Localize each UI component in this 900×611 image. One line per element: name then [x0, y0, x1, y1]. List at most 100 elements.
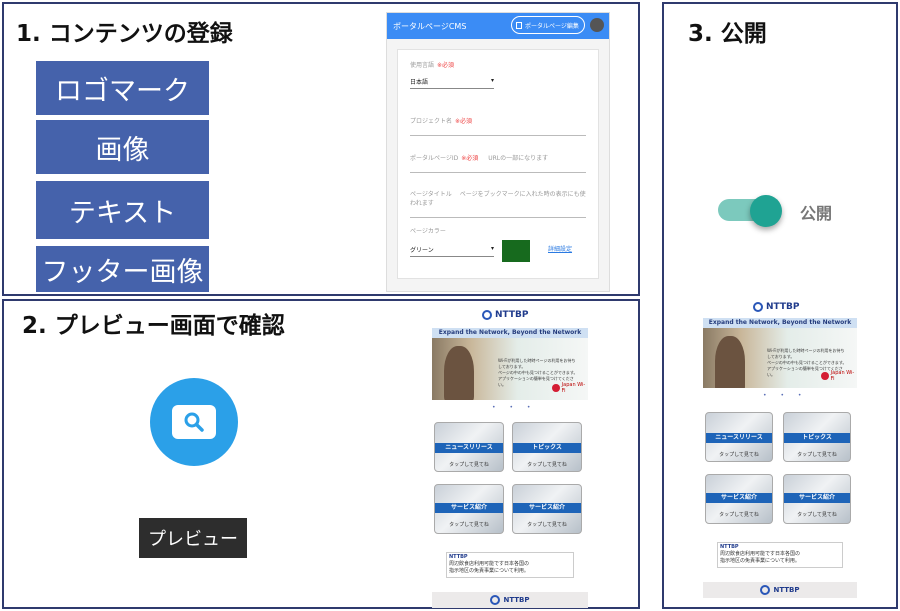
step1-title: 1. コンテンツの登録	[16, 21, 233, 47]
color-swatch[interactable]	[502, 240, 530, 262]
wifi-icon	[552, 384, 560, 392]
cms-edit-button[interactable]: ポータルページ編集	[511, 16, 585, 34]
site-hero-image: Wi-Fiが利用した時時ページの利用をお待ちしております。 ページの中の中も見つ…	[432, 338, 588, 400]
tile-label: ニュースリリース	[706, 433, 772, 443]
logo-ring-icon	[753, 302, 763, 312]
published-site: NTTBP Expand the Network, Beyond the Net…	[703, 298, 857, 600]
language-field[interactable]: 使用言語 ※必須 日本語 ▾	[410, 60, 586, 89]
service-tile[interactable]: サービス紹介 タップして見てね	[705, 474, 773, 524]
footer-image-button[interactable]: フッター画像	[36, 246, 209, 292]
ad-line: NTTBP	[720, 544, 739, 550]
step3-title: 3. 公開	[688, 21, 767, 47]
project-field[interactable]: プロジェクト名 ※必須	[410, 116, 586, 136]
preview-site: NTTBP Expand the Network, Beyond the Net…	[432, 304, 588, 608]
tile-sub: タップして見てね	[527, 522, 567, 528]
ad-banner[interactable]: NTTBP 周辺飲食店利用可能です日本各国の 指示地区の免責事業について利用。	[446, 552, 574, 578]
logo-ring-icon	[482, 310, 492, 320]
publish-toggle-knob[interactable]	[750, 195, 782, 227]
japan-wifi-text: Japan Wi-Fi	[561, 382, 586, 394]
tile-label: サービス紹介	[513, 503, 581, 513]
topics-tile[interactable]: トピックス タップして見てね	[512, 422, 582, 472]
logo-mark-button[interactable]: ロゴマーク	[36, 61, 209, 115]
tile-sub: タップして見てね	[449, 522, 489, 528]
cms-form-card: 使用言語 ※必須 日本語 ▾ プロジェクト名 ※必須 ポータルページID ※必須 UR…	[397, 49, 599, 279]
text-button[interactable]: テキスト	[36, 181, 209, 239]
project-label: プロジェクト名	[410, 118, 453, 125]
cms-screen: ポータルページCMS ポータルページ編集 使用言語 ※必須 日本語 ▾ プロジェク…	[386, 12, 610, 292]
tile-label: サービス紹介	[784, 493, 850, 503]
search-icon	[172, 405, 216, 439]
color-value: グリーン	[410, 247, 434, 254]
cms-app-bar: ポータルページCMS ポータルページ編集	[387, 13, 609, 39]
carousel-dots[interactable]: • • •	[492, 404, 536, 411]
site-logo-text: NTTBP	[495, 310, 529, 320]
advanced-settings-link[interactable]: 詳細設定	[548, 244, 572, 253]
dropdown-arrow-icon: ▾	[490, 77, 494, 84]
logo-ring-icon	[490, 595, 501, 605]
required-mark: ※必須	[461, 155, 479, 162]
ad-line: 周辺飲食店利用可能です日本各国の	[720, 551, 801, 557]
page-title-label: ページタイトル	[410, 191, 452, 198]
publish-toggle-label: 公開	[800, 204, 833, 223]
tile-label: サービス紹介	[706, 493, 772, 503]
site-footer: NTTBP	[432, 592, 588, 608]
ad-line: NTTBP	[449, 554, 468, 560]
account-icon[interactable]	[590, 18, 604, 32]
dropdown-arrow-icon: ▾	[490, 245, 494, 252]
site-tagline: Expand the Network, Beyond the Network	[703, 318, 857, 328]
required-mark: ※必須	[455, 118, 473, 125]
hero-person	[444, 346, 474, 400]
site-footer: NTTBP	[703, 582, 857, 598]
wifi-icon	[821, 372, 829, 380]
ad-line: 指示地区の免責事業について利用。	[720, 558, 800, 564]
footer-logo-text: NTTBP	[503, 596, 530, 604]
tile-label: トピックス	[784, 433, 850, 443]
cms-app-title: ポータルページCMS	[393, 21, 467, 31]
portal-id-field[interactable]: ポータルページID ※必須 URLの一部になります	[410, 153, 586, 173]
hero-line: Wi-Fiが利用した時時ページの利用をお待ちしております。	[498, 358, 576, 369]
hero-person	[715, 336, 745, 388]
japan-wifi-badge: Japan Wi-Fi	[821, 370, 857, 382]
language-label: 使用言語	[410, 62, 435, 69]
service-tile[interactable]: サービス紹介 タップして見てね	[434, 484, 504, 534]
page-title-field[interactable]: ページタイトル ページをブックマークに入れた時の表示にも使われます	[410, 189, 586, 218]
service-tile[interactable]: サービス紹介 タップして見てね	[783, 474, 851, 524]
site-tagline: Expand the Network, Beyond the Network	[432, 328, 588, 338]
tile-sub: タップして見てね	[797, 452, 837, 458]
tile-label: ニュースリリース	[435, 443, 503, 453]
tile-sub: タップして見てね	[719, 512, 759, 518]
tile-label: トピックス	[513, 443, 581, 453]
preview-button[interactable]: プレビュー	[139, 518, 247, 558]
hero-line: Wi-Fiが利用した時時ページの利用をお待ちしております。	[767, 348, 845, 359]
ad-banner[interactable]: NTTBP 周辺飲食店利用可能です日本各国の 指示地区の免責事業について利用。	[717, 542, 843, 568]
japan-wifi-badge: Japan Wi-Fi	[552, 382, 588, 394]
required-mark: ※必須	[437, 62, 455, 69]
portal-id-hint: URLの一部になります	[488, 155, 549, 162]
site-logo: NTTBP	[753, 302, 799, 312]
japan-wifi-text: Japan Wi-Fi	[830, 370, 855, 382]
service-tile[interactable]: サービス紹介 タップして見てね	[512, 484, 582, 534]
portal-id-label: ポータルページID	[410, 155, 459, 162]
color-label: ページカラー	[410, 228, 446, 235]
site-logo-text: NTTBP	[766, 302, 800, 312]
cms-edit-label: ポータルページ編集	[525, 22, 579, 30]
news-tile[interactable]: ニュースリリース タップして見てね	[434, 422, 504, 472]
footer-logo-text: NTTBP	[773, 586, 800, 594]
tile-sub: タップして見てね	[797, 512, 837, 518]
tile-sub: タップして見てね	[527, 462, 567, 468]
image-button[interactable]: 画像	[36, 120, 209, 174]
topics-tile[interactable]: トピックス タップして見てね	[783, 412, 851, 462]
site-logo: NTTBP	[482, 310, 528, 320]
step2-title: 2. プレビュー画面で確認	[22, 313, 285, 339]
tile-sub: タップして見てね	[719, 452, 759, 458]
news-tile[interactable]: ニュースリリース タップして見てね	[705, 412, 773, 462]
logo-ring-icon	[760, 585, 771, 595]
tile-sub: タップして見てね	[449, 462, 489, 468]
site-hero-image: Wi-Fiが利用した時時ページの利用をお待ちしております。 ページの中の中も見つ…	[703, 328, 857, 388]
language-value: 日本語	[410, 79, 429, 86]
ad-line: 周辺飲食店利用可能です日本各国の	[449, 561, 530, 567]
tile-label: サービス紹介	[435, 503, 503, 513]
ad-line: 指示地区の免責事業について利用。	[449, 568, 529, 574]
carousel-dots[interactable]: • • •	[763, 392, 807, 399]
copy-icon	[516, 21, 522, 29]
